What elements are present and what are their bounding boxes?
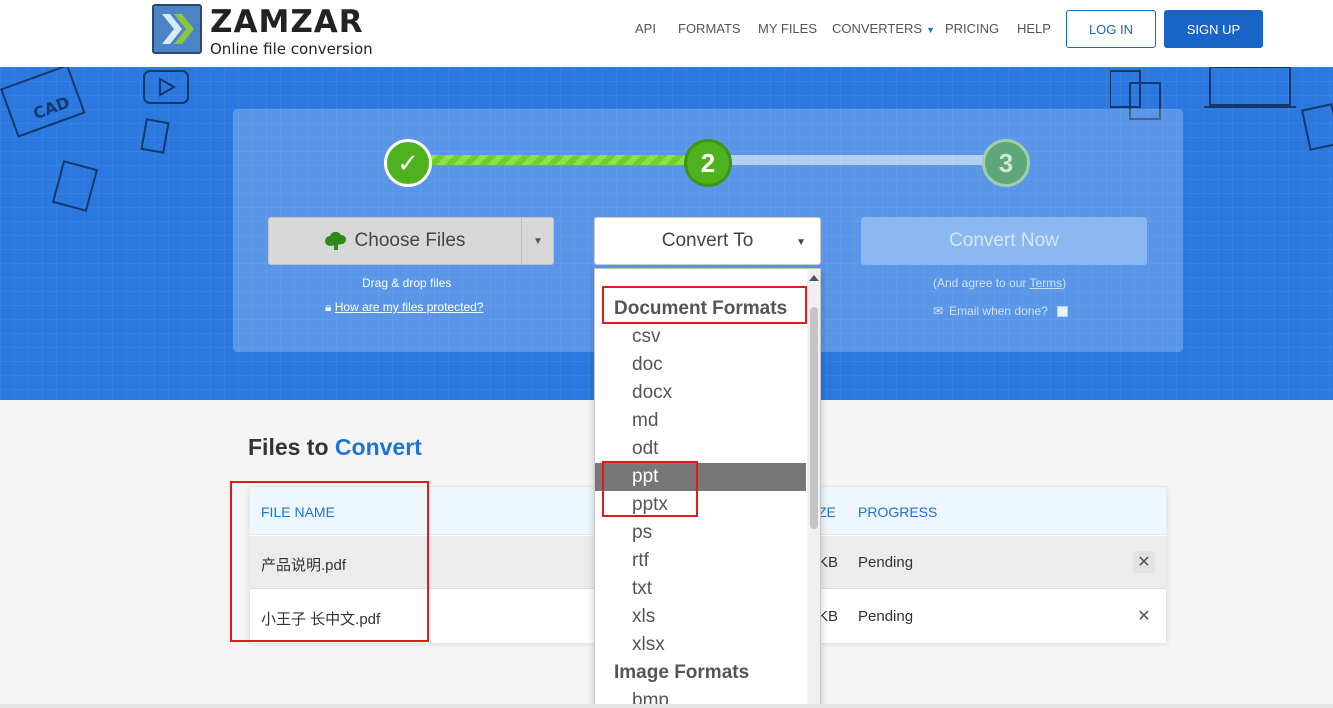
convert-to-label: Convert To — [661, 230, 754, 251]
choose-files-label: Choose Files — [354, 230, 466, 251]
site-header: ZAMZAR ™ Online file conversion API FORM… — [0, 0, 1333, 67]
progress-track-complete — [408, 155, 708, 165]
file-name-cell: 小王子 长中文.pdf — [261, 611, 381, 628]
drag-drop-hint: Drag & drop files — [362, 276, 452, 290]
group-document-formats: Document Formats — [614, 298, 788, 319]
convert-to-select[interactable]: Convert To ▼ — [594, 217, 821, 265]
step-3-indicator: 3 — [982, 139, 1030, 187]
choose-files-caret-icon[interactable]: ▼ — [522, 218, 554, 264]
email-when-done-row: ✉ Email when done? — [933, 304, 1068, 318]
dropdown-scrollbar[interactable] — [807, 269, 820, 707]
logo-tagline: Online file conversion — [210, 40, 373, 58]
format-option-ps[interactable]: ps — [595, 519, 806, 547]
logo-trademark: ™ — [340, 8, 348, 17]
column-progress: PROGRESS — [858, 504, 938, 520]
column-file-name: FILE NAME — [261, 504, 335, 520]
choose-files-button-group: Choose Files ▼ — [268, 217, 554, 265]
format-option-pptx[interactable]: pptx — [595, 491, 806, 519]
files-protected-link[interactable]: How are my files protected? — [335, 300, 484, 314]
remove-file-close-icon[interactable]: ✕ — [1133, 551, 1155, 573]
nav-api[interactable]: API — [635, 21, 656, 36]
format-option-rtf[interactable]: rtf — [595, 547, 806, 575]
files-protected-row: 🔒︎ How are my files protected? — [325, 300, 483, 315]
nav-my-files[interactable]: MY FILES — [758, 21, 817, 36]
cloud-upload-icon — [324, 231, 346, 250]
agree-terms-text: (And agree to our Terms) — [933, 276, 1066, 290]
format-option-xlsx[interactable]: xlsx — [595, 631, 806, 659]
format-option-ppt[interactable]: ppt — [595, 463, 806, 491]
file-progress-cell: Pending — [858, 608, 914, 625]
choose-files-button[interactable]: Choose Files — [269, 218, 521, 264]
caret-down-icon: ▼ — [796, 237, 806, 248]
dropdown-scroll-thumb[interactable] — [810, 307, 818, 529]
format-option-txt[interactable]: txt — [595, 575, 806, 603]
file-size-cell: KB — [818, 554, 839, 571]
progress-track-remaining — [708, 155, 1006, 165]
step-2-indicator: 2 — [684, 139, 732, 187]
nav-pricing[interactable]: PRICING — [945, 21, 999, 36]
nav-converters-label: CONVERTERS — [832, 21, 923, 36]
format-option-xls[interactable]: xls — [595, 603, 806, 631]
nav-converters[interactable]: CONVERTERS ▼ — [832, 21, 935, 36]
login-button[interactable]: LOG IN — [1066, 10, 1156, 48]
files-to-convert-heading: Files to Convert — [248, 434, 422, 461]
lock-icon: 🔒︎ — [325, 300, 332, 314]
files-title-prefix: Files to — [248, 434, 329, 460]
format-option-csv[interactable]: csv — [595, 323, 806, 351]
format-dropdown-list: Document Formats csv doc docx md odt ppt… — [594, 268, 821, 708]
email-when-done-checkbox[interactable] — [1056, 305, 1068, 317]
files-title-accent: Convert — [334, 434, 422, 460]
file-size-cell: KB — [818, 608, 839, 625]
terms-link[interactable]: Terms — [1030, 276, 1063, 290]
format-option-doc[interactable]: doc — [595, 351, 806, 379]
remove-file-close-icon[interactable]: ✕ — [1133, 605, 1155, 627]
zamzar-logo[interactable]: ZAMZAR ™ Online file conversion — [152, 4, 382, 58]
file-progress-cell: Pending — [858, 554, 914, 571]
file-name-cell: 产品说明.pdf — [261, 557, 347, 574]
nav-help[interactable]: HELP — [1017, 21, 1051, 36]
step-1-check-icon: ✓ — [384, 139, 432, 187]
logo-arrows-icon — [152, 4, 202, 54]
format-option-docx[interactable]: docx — [595, 379, 806, 407]
agree-suffix: ) — [1062, 276, 1067, 290]
convert-now-button[interactable]: Convert Now — [861, 217, 1147, 265]
format-option-md[interactable]: md — [595, 407, 806, 435]
email-when-done-label: Email when done? — [949, 304, 1048, 318]
caret-down-icon: ▼ — [926, 25, 935, 35]
nav-formats[interactable]: FORMATS — [678, 21, 741, 36]
format-option-odt[interactable]: odt — [595, 435, 806, 463]
signup-button[interactable]: SIGN UP — [1164, 10, 1263, 48]
group-image-formats: Image Formats — [614, 662, 750, 683]
envelope-icon: ✉ — [933, 304, 944, 318]
cad-file-doodle-icon: CAD — [0, 67, 99, 212]
agree-prefix: (And agree to our — [933, 276, 1030, 290]
video-file-doodle-icon — [140, 70, 189, 154]
scroll-up-arrow-icon[interactable] — [809, 275, 819, 281]
page-footer-divider — [0, 704, 1333, 708]
